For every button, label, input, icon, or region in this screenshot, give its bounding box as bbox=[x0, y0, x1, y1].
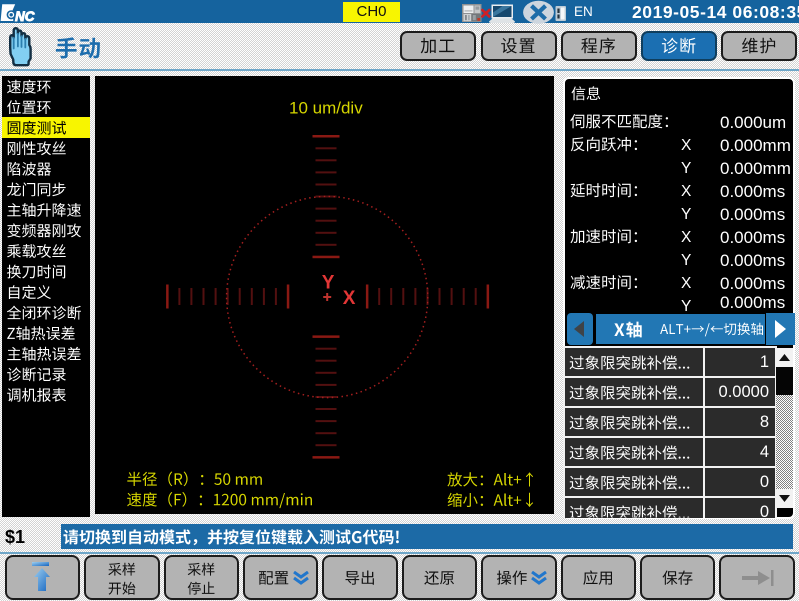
svg-text:NC: NC bbox=[15, 9, 35, 24]
